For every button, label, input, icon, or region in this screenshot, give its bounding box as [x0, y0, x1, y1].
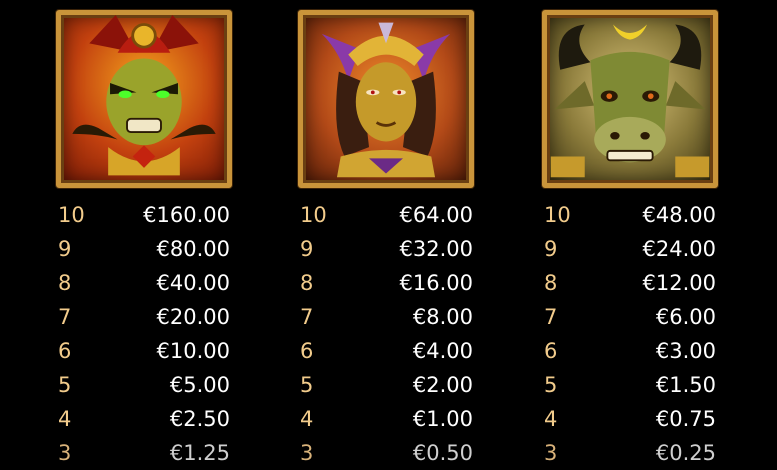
payout-amount: €32.00	[399, 237, 473, 261]
payout-amount: €1.25	[169, 441, 230, 465]
payout-amount: €48.00	[642, 203, 716, 227]
payout-row: 4 €2.50	[58, 402, 230, 436]
payout-amount: €24.00	[642, 237, 716, 261]
symbol-count: 7	[544, 305, 558, 329]
payout-amount: €20.00	[156, 305, 230, 329]
symbol-count: 9	[58, 237, 72, 261]
payout-row: 10 €48.00	[544, 198, 716, 232]
payout-row: 4 €0.75	[544, 402, 716, 436]
payout-row: 4 €1.00	[300, 402, 473, 436]
payout-row: 6 €10.00	[58, 334, 230, 368]
payout-amount: €2.50	[169, 407, 230, 431]
payout-row: 3 €0.50	[300, 436, 473, 470]
symbol-count: 10	[544, 203, 571, 227]
payout-row: 5 €5.00	[58, 368, 230, 402]
symbol-count: 7	[58, 305, 72, 329]
symbol-count: 3	[544, 441, 558, 465]
symbol-count: 5	[58, 373, 72, 397]
symbol-count: 5	[300, 373, 314, 397]
payout-row: 10 €64.00	[300, 198, 473, 232]
payout-row: 9 €24.00	[544, 232, 716, 266]
symbol-count: 9	[544, 237, 558, 261]
symbol-count: 3	[300, 441, 314, 465]
payout-row: 5 €1.50	[544, 368, 716, 402]
payout-row: 7 €20.00	[58, 300, 230, 334]
payout-amount: €3.00	[655, 339, 716, 363]
symbol-count: 5	[544, 373, 558, 397]
symbol-count: 6	[300, 339, 314, 363]
payout-row: 8 €16.00	[300, 266, 473, 300]
payout-amount: €8.00	[412, 305, 473, 329]
symbol-count: 6	[58, 339, 72, 363]
symbol-count: 10	[58, 203, 85, 227]
demon-warrior-icon	[72, 15, 216, 176]
payout-amount: €1.50	[655, 373, 716, 397]
paytable-demon-warrior: 10 €160.00 9 €80.00 8 €40.00 7 €20.00 6 €10.00 5 €5…	[58, 198, 230, 470]
payout-amount: €12.00	[642, 271, 716, 295]
payout-amount: €6.00	[655, 305, 716, 329]
symbol-count: 6	[544, 339, 558, 363]
symbol-count: 3	[58, 441, 72, 465]
symbol-card-demon-warrior	[56, 10, 232, 188]
symbol-count: 8	[58, 271, 72, 295]
payout-amount: €0.50	[412, 441, 473, 465]
payout-amount: €16.00	[399, 271, 473, 295]
payout-row: 3 €1.25	[58, 436, 230, 470]
symbol-card-golden-queen	[298, 10, 474, 188]
payout-amount: €0.75	[655, 407, 716, 431]
golden-queen-icon	[321, 22, 451, 178]
payout-amount: €160.00	[143, 203, 230, 227]
payout-row: 7 €8.00	[300, 300, 473, 334]
payout-amount: €1.00	[412, 407, 473, 431]
payout-amount: €0.25	[655, 441, 716, 465]
payout-amount: €4.00	[412, 339, 473, 363]
symbol-count: 4	[544, 407, 558, 431]
payout-row: 8 €12.00	[544, 266, 716, 300]
payout-amount: €40.00	[156, 271, 230, 295]
payout-row: 5 €2.00	[300, 368, 473, 402]
paytable-golden-queen: 10 €64.00 9 €32.00 8 €16.00 7 €8.00 6 €4.00 5 €2.00…	[300, 198, 473, 470]
payout-row: 6 €3.00	[544, 334, 716, 368]
symbol-count: 8	[544, 271, 558, 295]
payout-amount: €10.00	[156, 339, 230, 363]
symbol-count: 4	[300, 407, 314, 431]
paytable-bull-minotaur: 10 €48.00 9 €24.00 8 €12.00 7 €6.00 6 €3.00 5 €1.50…	[544, 198, 716, 470]
payout-row: 9 €32.00	[300, 232, 473, 266]
payout-row: 10 €160.00	[58, 198, 230, 232]
payout-amount: €64.00	[399, 203, 473, 227]
payout-row: 6 €4.00	[300, 334, 473, 368]
bull-minotaur-icon	[550, 24, 710, 178]
payout-row: 3 €0.25	[544, 436, 716, 470]
payout-row: 8 €40.00	[58, 266, 230, 300]
payout-amount: €5.00	[169, 373, 230, 397]
payout-amount: €80.00	[156, 237, 230, 261]
symbol-count: 7	[300, 305, 314, 329]
symbol-count: 4	[58, 407, 72, 431]
payout-row: 7 €6.00	[544, 300, 716, 334]
symbol-count: 8	[300, 271, 314, 295]
payout-amount: €2.00	[412, 373, 473, 397]
symbol-count: 10	[300, 203, 327, 227]
symbol-count: 9	[300, 237, 314, 261]
symbol-card-bull-minotaur	[542, 10, 718, 188]
payout-row: 9 €80.00	[58, 232, 230, 266]
